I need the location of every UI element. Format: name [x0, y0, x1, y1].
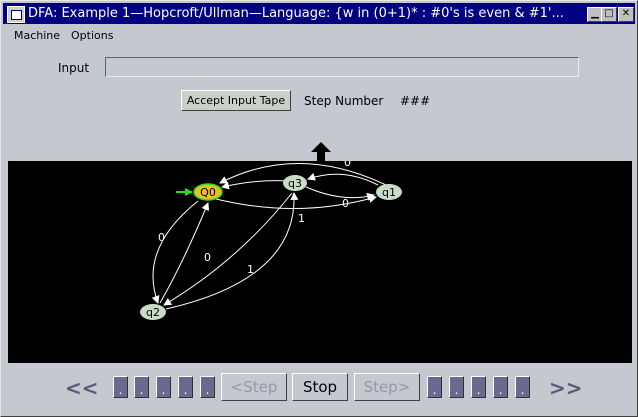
menu-machine[interactable]: Machine [14, 29, 60, 42]
tape-cell[interactable]: . [493, 376, 508, 398]
state-q3-label: q3 [288, 177, 302, 190]
transition-label-q0-q2: 0 [158, 231, 165, 244]
input-label: Input [58, 61, 90, 75]
state-q1[interactable]: q1 [376, 184, 402, 200]
tape-cell[interactable]: . [200, 376, 215, 398]
close-icon: ✕ [621, 8, 631, 19]
tape-cell[interactable]: . [156, 376, 171, 398]
accept-input-tape-button[interactable]: Accept Input Tape [181, 90, 291, 111]
stop-button[interactable]: Stop [292, 373, 348, 401]
state-q2-label: q2 [146, 306, 160, 319]
transition-q0-q1 [215, 195, 377, 210]
title-bar[interactable]: DFA: Example 1—Hopcroft/Ullman—Language:… [3, 3, 635, 24]
close-button[interactable]: ✕ [618, 7, 634, 22]
state-q3[interactable]: q3 [283, 175, 307, 191]
step-forward-button[interactable]: Step> [354, 373, 420, 401]
transition-label-q3-q1: 0 [342, 197, 349, 210]
transition-q2-q0 [159, 202, 210, 304]
state-q1-label: q1 [382, 186, 396, 199]
playback-controls: << . . . . . <Step Stop Step> . . . . . … [1, 370, 638, 404]
step-back-button[interactable]: <Step [221, 373, 287, 401]
state-q2[interactable]: q2 [140, 304, 166, 320]
fast-forward-button[interactable]: >> [549, 376, 583, 400]
step-number-label: Step Number [304, 94, 384, 108]
tape-cell[interactable]: . [471, 376, 486, 398]
rewind-button[interactable]: << [65, 376, 99, 400]
transition-label-q2-q0: 0 [204, 251, 211, 264]
tape-cell[interactable]: . [178, 376, 193, 398]
tape-cell[interactable]: . [427, 376, 442, 398]
window-title: DFA: Example 1—Hopcroft/Ullman—Language:… [28, 6, 564, 21]
dfa-diagram: 0 0 1 0 0 1 Q0 q3 q1 q2 [140, 161, 402, 320]
transition-q3-q1 [305, 186, 375, 201]
tape-cell[interactable]: . [515, 376, 530, 398]
menu-bar: Machine Options [3, 27, 635, 45]
app-icon[interactable] [7, 6, 25, 23]
input-field[interactable] [105, 57, 579, 77]
transition-q3-q0 [221, 180, 289, 190]
tape-cell[interactable]: . [449, 376, 464, 398]
tape-cell[interactable]: . [134, 376, 149, 398]
dfa-diagram-canvas[interactable]: 0 0 1 0 0 1 Q0 q3 q1 q2 [8, 161, 632, 363]
step-number-value: ### [400, 94, 431, 108]
maximize-button[interactable]: □ [601, 7, 617, 22]
minimize-icon: ▁ [591, 8, 599, 19]
state-q0-label: Q0 [200, 186, 216, 199]
tape-cell[interactable]: . [113, 376, 128, 398]
tape-head-arrow-icon [311, 142, 331, 162]
menu-options[interactable]: Options [71, 29, 113, 42]
transition-label-q2-q3: 1 [247, 263, 254, 276]
transition-label-q0-q1: 1 [298, 212, 305, 225]
application-window: DFA: Example 1—Hopcroft/Ullman—Language:… [0, 0, 638, 417]
state-q0[interactable]: Q0 [193, 183, 223, 201]
maximize-icon: □ [604, 8, 614, 19]
transition-q1-q3 [307, 172, 379, 186]
transition-label-q1-q3: 0 [344, 161, 351, 169]
